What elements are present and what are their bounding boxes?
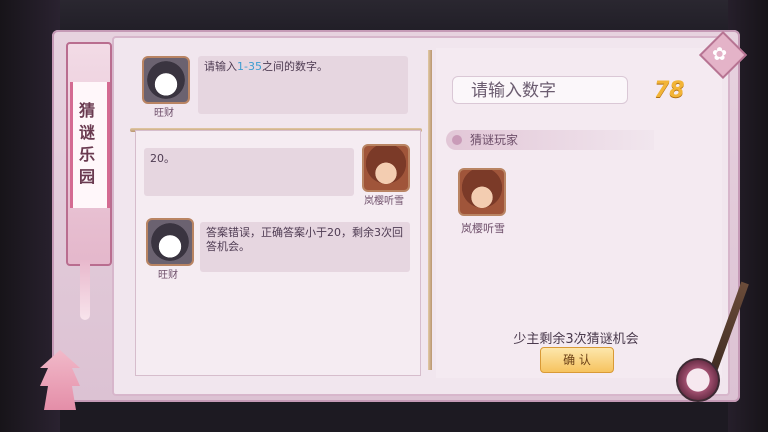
- remaining-chances: 少主剩余3次猜谜机会: [513, 332, 639, 347]
- confirm-button[interactable]: 确 认: [540, 347, 614, 373]
- message-text: 之间的数字。: [261, 60, 328, 73]
- scroll-rod-vertical: [428, 50, 432, 370]
- number-input[interactable]: 请输入数字: [452, 76, 628, 104]
- tassel-decoration: [80, 260, 90, 320]
- title-char: 乐: [78, 145, 95, 164]
- flower-icon: ✿: [712, 44, 728, 65]
- players-section-header: 猜谜玩家: [446, 130, 654, 150]
- avatar-lanying: [362, 144, 410, 192]
- avatar-wangcai: [146, 218, 194, 266]
- player-name: 岚樱听雪: [461, 222, 505, 235]
- player-avatar[interactable]: [458, 168, 506, 216]
- title-char: 谜: [78, 123, 95, 142]
- ink-stone-icon[interactable]: [676, 358, 720, 402]
- message-bubble: 请输入1-35之间的数字。: [198, 56, 408, 114]
- title-char: 猜: [78, 101, 95, 120]
- page-title: 猜 谜 乐 园: [75, 100, 99, 188]
- message-bubble: 答案错误，正确答案小于20，剩余3次回答机会。: [200, 222, 410, 272]
- avatar-wangcai: [142, 56, 190, 104]
- sender-name: 旺财: [158, 270, 178, 281]
- sender-name: 旺财: [154, 108, 174, 119]
- countdown-number: 78: [654, 78, 685, 103]
- sender-name: 岚樱听雪: [364, 196, 404, 207]
- message-bubble: 20。: [144, 148, 354, 196]
- message-range: 1-35: [237, 60, 262, 73]
- message-text: 请输入: [204, 60, 237, 73]
- section-dot-icon: [452, 135, 462, 145]
- title-char: 园: [78, 167, 95, 186]
